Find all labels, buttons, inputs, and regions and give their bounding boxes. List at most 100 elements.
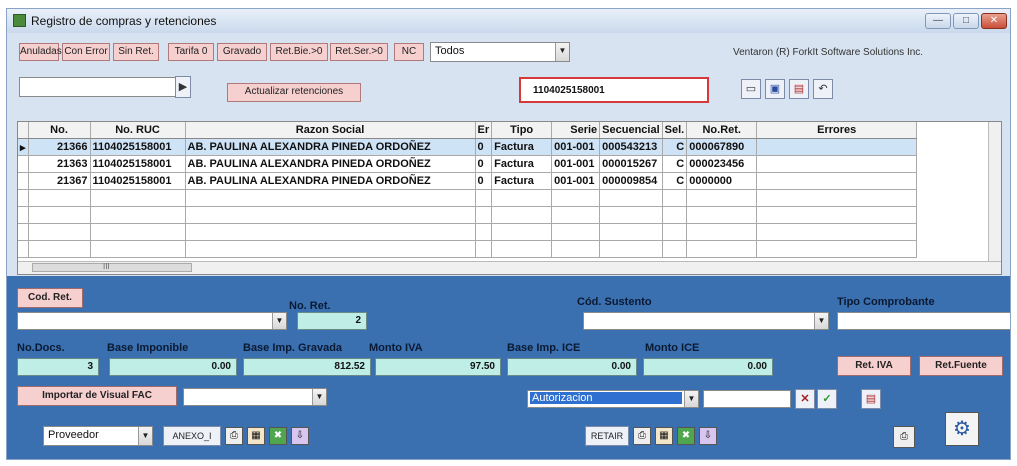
anexo-button[interactable]: ANEXO_I [163, 426, 221, 446]
report-icon[interactable]: ▤ [861, 389, 881, 409]
column-header[interactable]: Secuencial [599, 122, 663, 139]
no-docs-field[interactable]: 3 [17, 358, 99, 376]
filter-nc-button[interactable]: NC [394, 43, 424, 61]
row-pointer-icon: ▸ [18, 138, 29, 156]
chevron-down-icon[interactable]: ▼ [272, 313, 286, 329]
filter-ret-ser-button[interactable]: Ret.Ser.>0 [330, 43, 388, 61]
filter-sin-ret-button[interactable]: Sin Ret. [113, 43, 159, 61]
table-row[interactable]: 21363 1104025158001 AB. PAULINA ALEXANDR… [18, 155, 918, 173]
cell-noret: 000067890 [686, 138, 758, 156]
cod-ret-select[interactable]: ▼ [17, 312, 287, 330]
confirm-check-icon[interactable]: ✓ [817, 389, 837, 409]
cell-noret: 000023456 [686, 155, 758, 173]
printer-icon[interactable]: ⎙ [893, 426, 915, 448]
purchases-window: Registro de compras y retenciones — □ ✕ … [6, 8, 1011, 460]
base-imponible-field[interactable]: 0.00 [109, 358, 237, 376]
importar-visual-fac-button[interactable]: Importar de Visual FAC [17, 386, 177, 406]
column-header[interactable]: No. [28, 122, 91, 139]
filter-con-error-button[interactable]: Con Error [62, 43, 110, 61]
autorizacion-select[interactable]: Autorizacion ▼ [527, 390, 699, 408]
cell-sel[interactable]: C [662, 155, 688, 173]
vendor-label: Ventaron (R) ForkIt Software Solutions I… [733, 47, 924, 58]
maximize-button[interactable]: □ [953, 13, 979, 29]
excel-icon[interactable]: ✖ [677, 427, 695, 445]
cell-er: 0 [475, 155, 493, 173]
chevron-down-icon[interactable]: ▼ [814, 313, 828, 329]
no-ret-field[interactable]: 2 [297, 312, 367, 330]
column-header[interactable]: Errores [756, 122, 918, 139]
import-select[interactable]: ▼ [183, 388, 327, 406]
column-header[interactable]: No. RUC [90, 122, 186, 139]
cell-errores [756, 155, 918, 173]
filter-gravado-button[interactable]: Gravado [217, 43, 267, 61]
filter-tarifa-0-button[interactable]: Tarifa 0 [168, 43, 214, 61]
vertical-scrollbar[interactable] [988, 122, 1001, 274]
cell-tipo: Factura [491, 155, 553, 173]
column-header[interactable]: Razon Social [185, 122, 476, 139]
chevron-down-icon[interactable]: ▼ [684, 391, 698, 407]
no-ret-label: No. Ret. [289, 300, 331, 312]
horizontal-scrollbar[interactable]: III [18, 261, 1001, 274]
chevron-down-icon[interactable]: ▼ [312, 389, 326, 405]
filter-ret-bie-button[interactable]: Ret.Bie.>0 [270, 43, 328, 61]
new-document-icon[interactable]: ▭ [741, 79, 761, 99]
cell-sel[interactable]: C [662, 172, 688, 190]
purchases-table: No. No. RUC Razon Social Er Tipo Serie S… [18, 122, 918, 258]
update-retentions-button[interactable]: Actualizar retenciones [227, 83, 361, 102]
export-icon[interactable]: ⇩ [699, 427, 717, 445]
retair-button[interactable]: RETAIR [585, 426, 629, 446]
calendar-icon[interactable]: ▦ [247, 427, 265, 445]
no-docs-label: No.Docs. [17, 342, 65, 354]
play-arrow-icon[interactable]: ▶ [175, 76, 191, 98]
filter-anuladas-button[interactable]: Anuladas [19, 43, 62, 61]
filter-select[interactable]: Todos ▼ [430, 42, 570, 62]
row-selector [18, 172, 29, 190]
table-row[interactable]: ▸ 21366 1104025158001 AB. PAULINA ALEXAN… [18, 138, 918, 156]
column-header[interactable]: Tipo [491, 122, 553, 139]
table-row[interactable]: 21367 1104025158001 AB. PAULINA ALEXANDR… [18, 172, 918, 190]
cell-razon: AB. PAULINA ALEXANDRA PINEDA ORDOÑEZ [185, 155, 476, 173]
autorizacion-input[interactable] [703, 390, 791, 408]
cell-serie: 001-001 [551, 172, 601, 190]
excel-icon[interactable]: ✖ [269, 427, 287, 445]
ret-iva-button[interactable]: Ret. IVA [837, 356, 911, 376]
column-header[interactable]: Serie [551, 122, 601, 139]
cod-ret-button[interactable]: Cod. Ret. [17, 288, 83, 308]
row-selector [18, 155, 29, 173]
empty-row [18, 189, 918, 207]
base-imp-ice-field[interactable]: 0.00 [507, 358, 637, 376]
column-header[interactable]: Er [475, 122, 493, 139]
chevron-down-icon[interactable]: ▼ [555, 43, 569, 61]
close-button[interactable]: ✕ [981, 13, 1007, 29]
delete-icon[interactable]: ▤ [789, 79, 809, 99]
cell-sel[interactable]: C [662, 138, 688, 156]
cell-ruc: 1104025158001 [90, 155, 186, 173]
base-imp-gravada-field[interactable]: 812.52 [243, 358, 371, 376]
undo-icon[interactable]: ↶ [813, 79, 833, 99]
export-icon[interactable]: ⇩ [291, 427, 309, 445]
monto-iva-field[interactable]: 97.50 [375, 358, 501, 376]
tipo-comprobante-select[interactable] [837, 312, 1010, 330]
column-header[interactable]: No.Ret. [686, 122, 758, 139]
cancel-x-icon[interactable]: ✕ [795, 389, 815, 409]
print-icon[interactable]: ⎙ [633, 427, 651, 445]
column-header[interactable]: Sel. [662, 122, 688, 139]
cell-er: 0 [475, 172, 493, 190]
cell-ruc: 1104025158001 [90, 138, 186, 156]
settings-gears-icon[interactable]: ⚙ [945, 412, 979, 446]
edit-icon[interactable]: ▣ [765, 79, 785, 99]
monto-ice-field[interactable]: 0.00 [643, 358, 773, 376]
ruc-search-input[interactable]: 1104025158001 [519, 77, 709, 103]
calendar-icon[interactable]: ▦ [655, 427, 673, 445]
print-icon[interactable]: ⎙ [225, 427, 243, 445]
minimize-button[interactable]: — [925, 13, 951, 29]
ret-fuente-button[interactable]: Ret.Fuente [919, 356, 1003, 376]
scroll-thumb[interactable]: III [32, 262, 192, 272]
cod-sustento-select[interactable]: ▼ [583, 312, 829, 330]
chevron-down-icon[interactable]: ▼ [138, 427, 152, 445]
proveedor-select[interactable]: Proveedor ▼ [43, 426, 153, 446]
cell-no: 21363 [28, 155, 91, 173]
scroll-thumb-grip: III [103, 262, 110, 271]
cell-no: 21367 [28, 172, 91, 190]
search-combo[interactable] [19, 77, 187, 97]
